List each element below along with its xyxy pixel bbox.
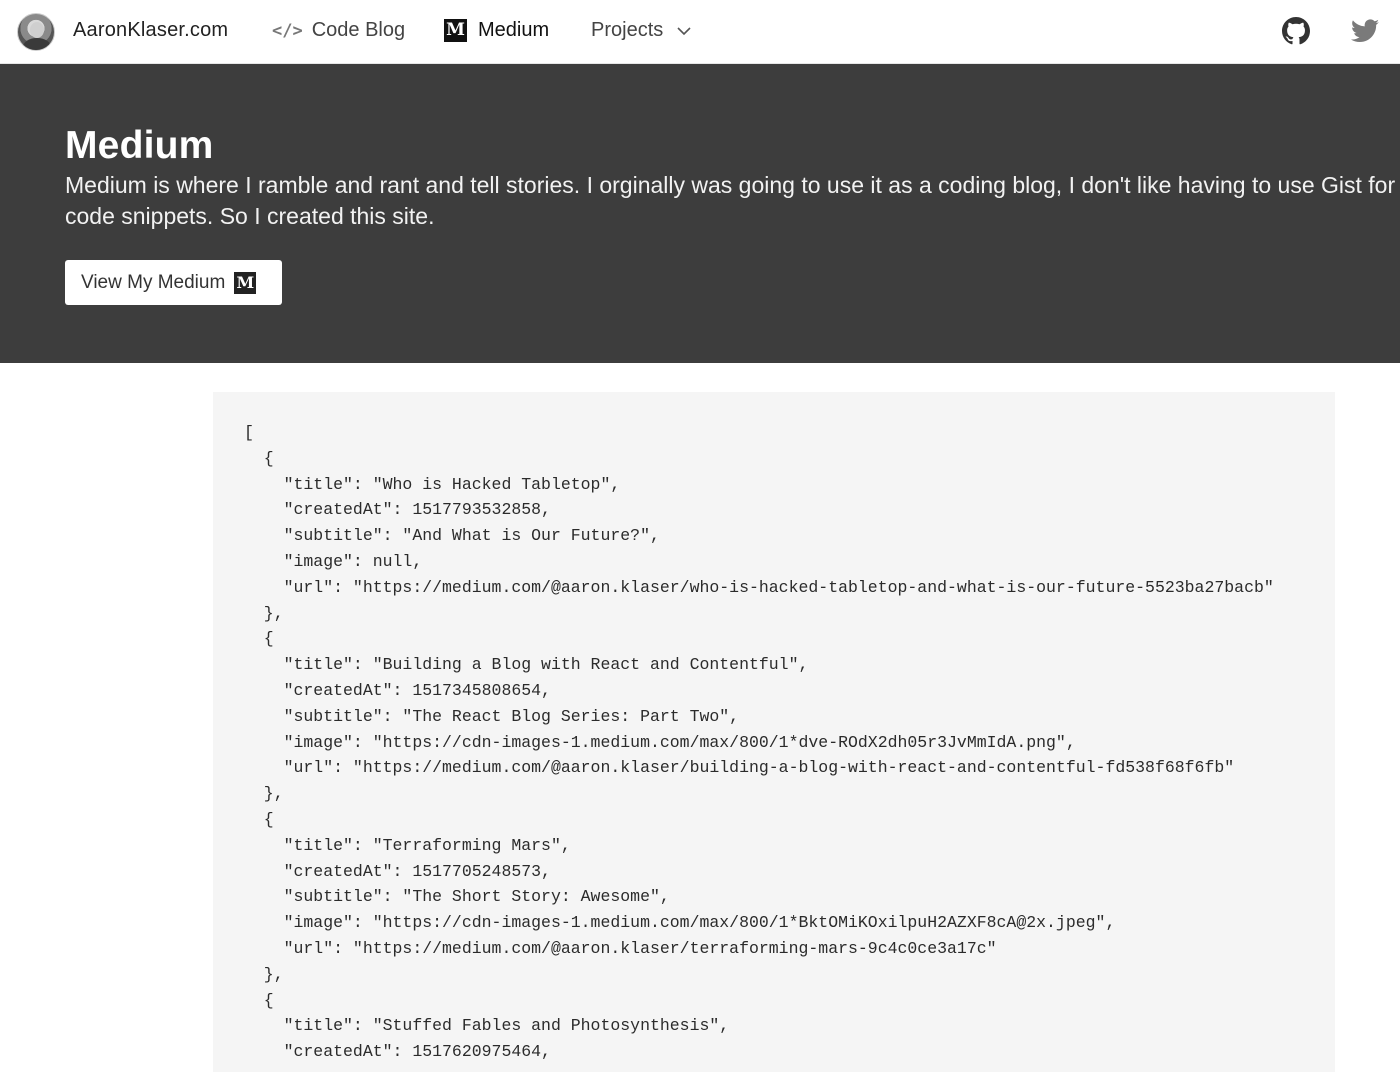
medium-icon: M xyxy=(444,19,467,42)
json-code-block: [ { "title": "Who is Hacked Tabletop", "… xyxy=(213,392,1335,1072)
medium-icon: M xyxy=(234,271,257,294)
view-my-medium-label: View My Medium xyxy=(81,271,226,293)
nav-code-blog-link[interactable]: </> Code Blog xyxy=(272,19,405,42)
chevron-down-icon xyxy=(677,26,691,35)
nav-projects-dropdown[interactable]: Projects xyxy=(591,19,691,42)
twitter-icon[interactable] xyxy=(1351,18,1379,44)
top-navbar: AaronKlaser.com </> Code Blog M Medium P… xyxy=(0,0,1400,64)
nav-medium-link[interactable]: M Medium xyxy=(444,19,549,42)
page-title: Medium xyxy=(65,124,214,167)
code-icon: </> xyxy=(272,20,303,41)
site-brand-link[interactable]: AaronKlaser.com xyxy=(73,19,228,42)
json-code-content: [ { "title": "Who is Hacked Tabletop", "… xyxy=(244,423,1274,1062)
nav-code-blog-label: Code Blog xyxy=(311,19,406,41)
nav-projects-label: Projects xyxy=(591,19,664,41)
hero-description: Medium is where I ramble and rant and te… xyxy=(65,172,1400,229)
nav-medium-label: Medium xyxy=(478,19,550,41)
view-my-medium-button[interactable]: View My Medium M xyxy=(65,260,282,305)
avatar[interactable] xyxy=(17,13,55,51)
github-icon[interactable] xyxy=(1282,17,1310,45)
hero-banner: Medium Medium is where I ramble and rant… xyxy=(0,64,1400,363)
